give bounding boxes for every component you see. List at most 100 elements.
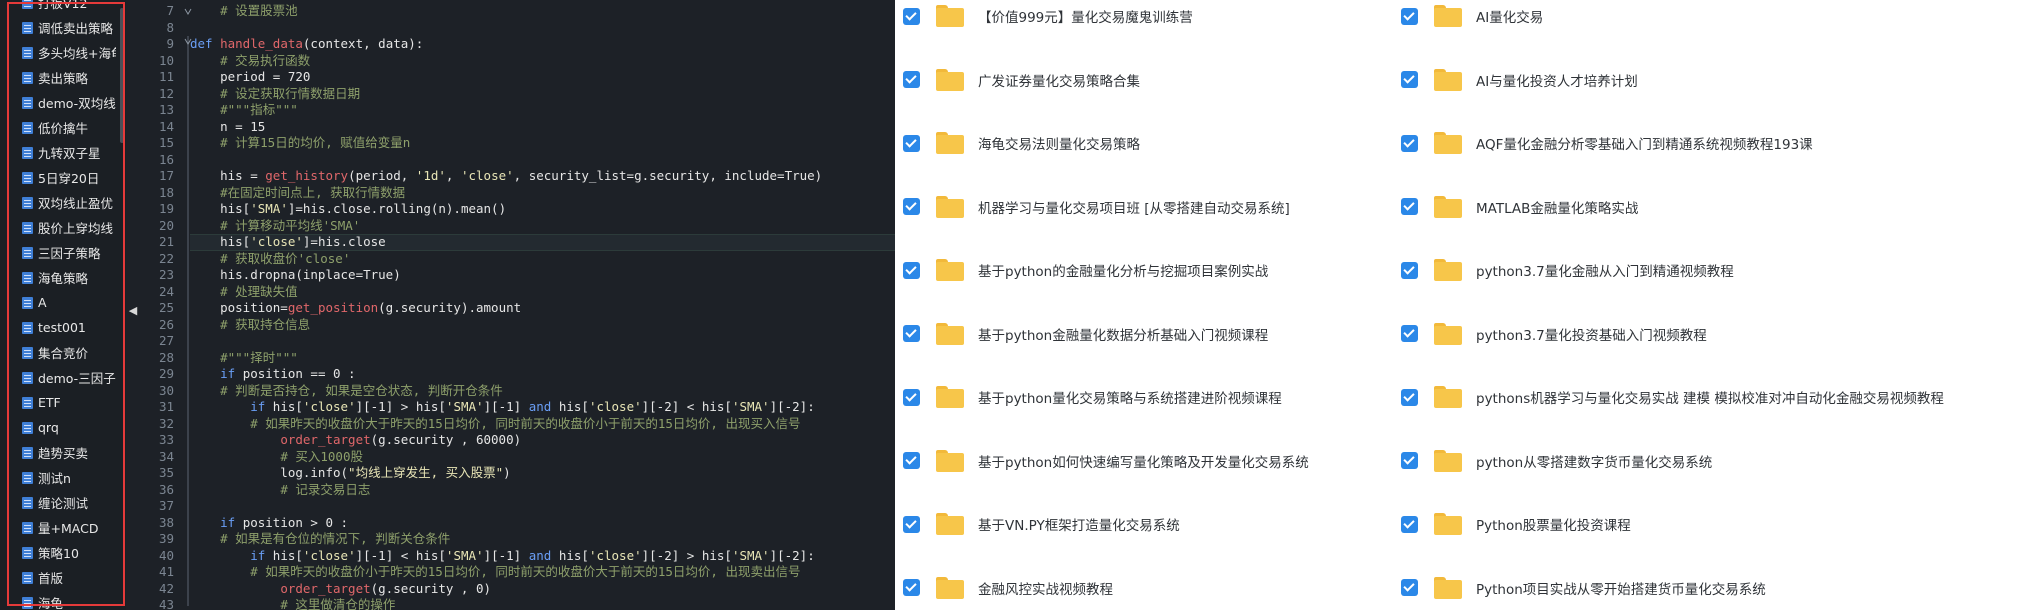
code-token: 'close' (250, 234, 303, 249)
sidebar-strategy-item[interactable]: 趋势买卖 (22, 440, 116, 465)
sidebar-item-label: 缠论测试 (38, 496, 89, 511)
folder-name: 基于python量化交易策略与系统搭建进阶视频课程 (978, 391, 1282, 407)
checkbox-checked-icon[interactable] (903, 515, 920, 533)
sidebar-strategy-item[interactable]: ETF (22, 390, 116, 415)
code-token: his[ (551, 547, 589, 563)
sidebar-item-label: test001 (38, 320, 86, 335)
folder-row[interactable]: 海龟交易法则量化交易策略 (903, 130, 1140, 156)
folder-icon (936, 386, 964, 408)
checkbox-checked-icon[interactable] (1401, 579, 1418, 596)
sidebar-strategy-item[interactable]: 策略10 (22, 540, 116, 565)
folder-row[interactable]: AI量化交易 (1401, 3, 1543, 29)
checkbox-checked-icon[interactable] (1401, 325, 1418, 342)
code-token: order_target (280, 432, 371, 447)
sidebar-strategy-item[interactable]: 集合竞价 (22, 340, 116, 365)
line-number: 42 (158, 580, 174, 596)
sidebar-strategy-item[interactable]: 三因子策略 (22, 240, 116, 265)
checkbox-checked-icon[interactable] (903, 388, 920, 406)
sidebar-strategy-item[interactable]: demo-双均线 (22, 90, 116, 115)
folder-name: 机器学习与量化交易项目班 [从零搭建自动交易系统] (978, 200, 1290, 217)
folder-name: MATLAB金融量化策略实战 (1476, 200, 1639, 217)
sidebar-strategy-item[interactable]: 海龟策略 (22, 265, 116, 290)
checkbox-checked-icon[interactable] (903, 71, 920, 88)
sidebar-strategy-item[interactable]: 股价上穿均线 (22, 215, 116, 240)
line-number: 36 (158, 481, 174, 497)
sidebar-strategy-item[interactable]: 九转双子星 (22, 140, 116, 165)
folder-row[interactable]: python3.7量化投资基础入门视频教程 (1401, 321, 1707, 347)
sidebar-strategy-item[interactable]: 打板V12 (22, 0, 116, 15)
checkbox-checked-icon[interactable] (1401, 452, 1418, 469)
folder-row[interactable]: 基于python量化交易策略与系统搭建进阶视频课程 (903, 384, 1282, 410)
checkbox-checked-icon[interactable] (903, 452, 920, 469)
folder-row[interactable]: 机器学习与量化交易项目班 [从零搭建自动交易系统] (903, 194, 1290, 220)
checkbox-checked-icon[interactable] (903, 134, 920, 152)
checkbox-checked-icon[interactable] (903, 198, 920, 215)
folder-row[interactable]: 【价值999元】量化交易魔鬼训练营 (903, 3, 1193, 29)
folder-row[interactable]: Python项目实战从零开始搭建货币量化交易系统 (1401, 575, 1766, 601)
checkbox-checked-icon[interactable] (1401, 198, 1418, 215)
folder-row[interactable]: python从零搭建数字货币量化交易系统 (1401, 448, 1712, 474)
folder-row[interactable]: MATLAB金融量化策略实战 (1401, 194, 1638, 220)
sidebar-strategy-item[interactable]: 量+MACD (22, 515, 116, 540)
code-area[interactable]: # 设置股票池 def handle_data(context, data): #… (190, 0, 895, 610)
folder-row[interactable]: pythons机器学习与量化交易实战 建模 模拟校准对冲自动化金融交易视频教程 (1401, 384, 1944, 410)
sidebar-strategy-item[interactable]: 首版 (22, 565, 116, 590)
checkbox-checked-icon[interactable] (1401, 261, 1418, 279)
checkbox-checked-icon[interactable] (903, 579, 920, 596)
file-icon (22, 121, 33, 134)
file-icon (22, 0, 33, 9)
sidebar-strategy-item[interactable]: 多头均线+海龟 (22, 40, 116, 65)
sidebar-strategy-item[interactable]: 双均线止盈优 (22, 190, 116, 215)
code-token: ][-1] < his[ (355, 547, 446, 563)
folder-list-panel: 【价值999元】量化交易魔鬼训练营 广发证券量化交易策略合集 海龟交易法则量化交易策… (895, 0, 2027, 610)
folder-row[interactable]: AQF量化金融分析零基础入门到精通系统视频教程193课 (1401, 130, 1813, 156)
sidebar-strategy-item[interactable]: A (22, 290, 116, 315)
sidebar-strategy-item[interactable]: 调低卖出策略 (22, 15, 116, 40)
sidebar-item-label: 策略10 (38, 546, 79, 561)
code-token: # 计算15日的均价, 赋值给变量n (220, 135, 411, 150)
sidebar-strategy-item[interactable]: qrq (22, 415, 116, 440)
folder-row[interactable]: python3.7量化金融从入门到精通视频教程 (1401, 257, 1734, 283)
sidebar-strategy-item[interactable]: demo-三因子 (22, 365, 116, 390)
checkbox-checked-icon[interactable] (1401, 7, 1418, 25)
sidebar-item-label: 趋势买卖 (38, 446, 89, 461)
folder-row[interactable]: 广发证券量化交易策略合集 (903, 67, 1140, 93)
collapse-sidebar-icon[interactable]: ◀ (128, 303, 138, 319)
checkbox-checked-icon[interactable] (1401, 515, 1418, 533)
sidebar-strategy-item[interactable]: 缠论测试 (22, 490, 116, 515)
folder-row[interactable]: AI与量化投资人才培养计划 (1401, 67, 1638, 93)
folder-row[interactable]: 金融风控实战视频教程 (903, 575, 1113, 601)
checkbox-checked-icon[interactable] (903, 7, 920, 25)
code-token: 'SMA' (445, 547, 484, 563)
sidebar-strategy-item[interactable]: test001 (22, 315, 116, 340)
folder-row[interactable]: Python股票量化投资课程 (1401, 511, 1631, 537)
line-number: 39 (158, 531, 174, 546)
folder-icon (1434, 195, 1462, 218)
code-line: if position == 0 : (190, 366, 355, 383)
folder-row[interactable]: 基于VN.PY框架打造量化交易系统 (903, 511, 1180, 537)
folder-row[interactable]: 基于python金融量化数据分析基础入门视频课程 (903, 321, 1268, 347)
line-number: 19 (158, 201, 174, 216)
code-token: # 如果昨天的收盘价小于昨天的15日均价, 同时前天的收盘价大于前天的15日均价… (250, 564, 801, 579)
code-line: his = get_history(period, '1d', 'close',… (190, 168, 822, 185)
sidebar-strategy-item[interactable]: 海龟 (22, 590, 116, 610)
sidebar-strategy-item[interactable]: 低价擒牛 (22, 115, 116, 140)
checkbox-checked-icon[interactable] (1401, 388, 1418, 406)
folder-row[interactable]: 基于python如何快速编写量化策略及开发量化交易系统 (903, 448, 1309, 474)
checkbox-checked-icon[interactable] (903, 325, 920, 342)
sidebar-strategy-item[interactable]: 5日穿20日 (22, 165, 116, 190)
checkbox-checked-icon[interactable] (1401, 134, 1418, 152)
checkbox-checked-icon[interactable] (903, 261, 920, 279)
code-token: ]=his.close.rolling(n).mean() (287, 201, 507, 216)
sidebar-strategy-item[interactable]: 测试n (22, 465, 116, 490)
sidebar-strategy-item[interactable]: 卖出策略 (22, 65, 116, 90)
checkbox-checked-icon[interactable] (1401, 71, 1418, 88)
file-icon (22, 321, 33, 334)
sidebar-scrollbar[interactable] (120, 8, 124, 143)
folder-row[interactable]: 基于python的金融量化分析与挖掘项目案例实战 (903, 257, 1268, 283)
